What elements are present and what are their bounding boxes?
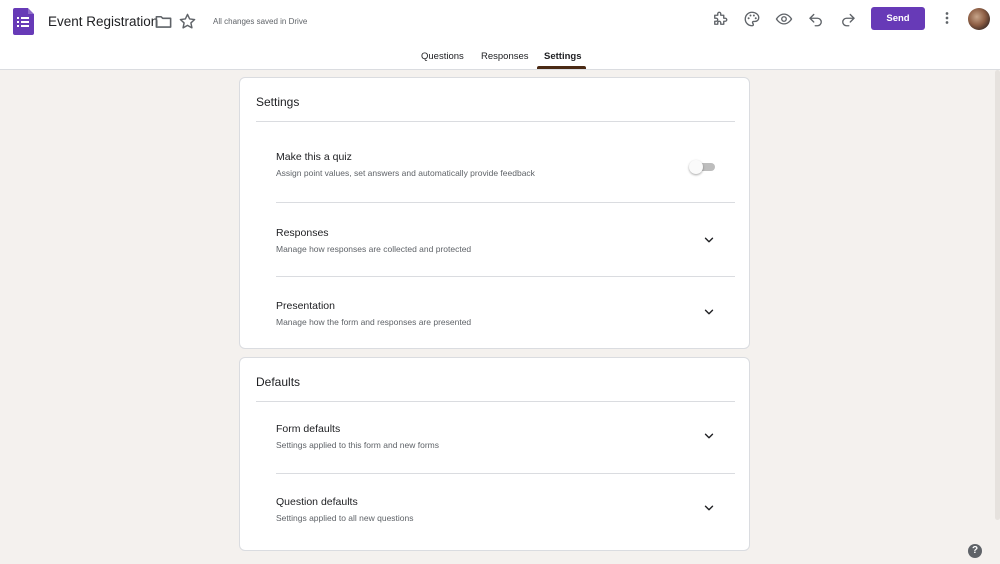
undo-icon[interactable] [807, 10, 825, 28]
form-title[interactable]: Event Registration [48, 14, 158, 29]
divider [276, 276, 735, 277]
form-defaults-title: Form defaults [276, 423, 341, 435]
tab-responses[interactable]: Responses [481, 51, 529, 62]
divider [276, 473, 735, 474]
defaults-card: Defaults Form defaults Settings applied … [239, 357, 750, 551]
divider [276, 202, 735, 203]
puzzle-icon[interactable] [711, 10, 729, 28]
folder-icon[interactable] [154, 12, 173, 31]
top-app-bar: Event Registration All changes saved in … [0, 0, 1000, 70]
scrollbar[interactable] [995, 70, 1000, 520]
redo-icon[interactable] [839, 10, 857, 28]
settings-card-title: Settings [256, 95, 300, 109]
chevron-down-icon[interactable] [702, 501, 716, 515]
chevron-down-icon[interactable] [702, 233, 716, 247]
defaults-card-title: Defaults [256, 375, 301, 389]
presentation-setting-description: Manage how the form and responses are pr… [276, 317, 472, 327]
tab-settings[interactable]: Settings [544, 51, 581, 62]
form-defaults-description: Settings applied to this form and new fo… [276, 440, 439, 450]
palette-icon[interactable] [743, 10, 761, 28]
save-status: All changes saved in Drive [213, 17, 308, 26]
toggle-knob [689, 160, 703, 174]
presentation-setting-title: Presentation [276, 300, 335, 312]
question-defaults-description: Settings applied to all new questions [276, 513, 414, 523]
chevron-down-icon[interactable] [702, 305, 716, 319]
responses-setting-title: Responses [276, 227, 329, 239]
tab-bar: Questions Responses Settings [0, 44, 1000, 70]
divider [256, 121, 735, 122]
quiz-setting-description: Assign point values, set answers and aut… [276, 168, 535, 178]
star-icon[interactable] [178, 12, 197, 31]
settings-card: Settings Make this a quiz Assign point v… [239, 77, 750, 349]
divider [256, 401, 735, 402]
forms-logo-icon[interactable] [13, 8, 34, 35]
responses-setting-description: Manage how responses are collected and p… [276, 244, 472, 254]
avatar[interactable] [968, 8, 990, 30]
more-vert-icon[interactable] [938, 9, 956, 27]
help-icon[interactable]: ? [968, 544, 982, 558]
chevron-down-icon[interactable] [702, 429, 716, 443]
quiz-setting-title: Make this a quiz [276, 151, 352, 163]
tab-questions[interactable]: Questions [421, 51, 464, 62]
active-tab-indicator [537, 66, 586, 69]
eye-icon[interactable] [775, 10, 793, 28]
question-defaults-title: Question defaults [276, 496, 358, 508]
send-button[interactable]: Send [871, 7, 925, 30]
quiz-toggle[interactable] [689, 160, 715, 174]
